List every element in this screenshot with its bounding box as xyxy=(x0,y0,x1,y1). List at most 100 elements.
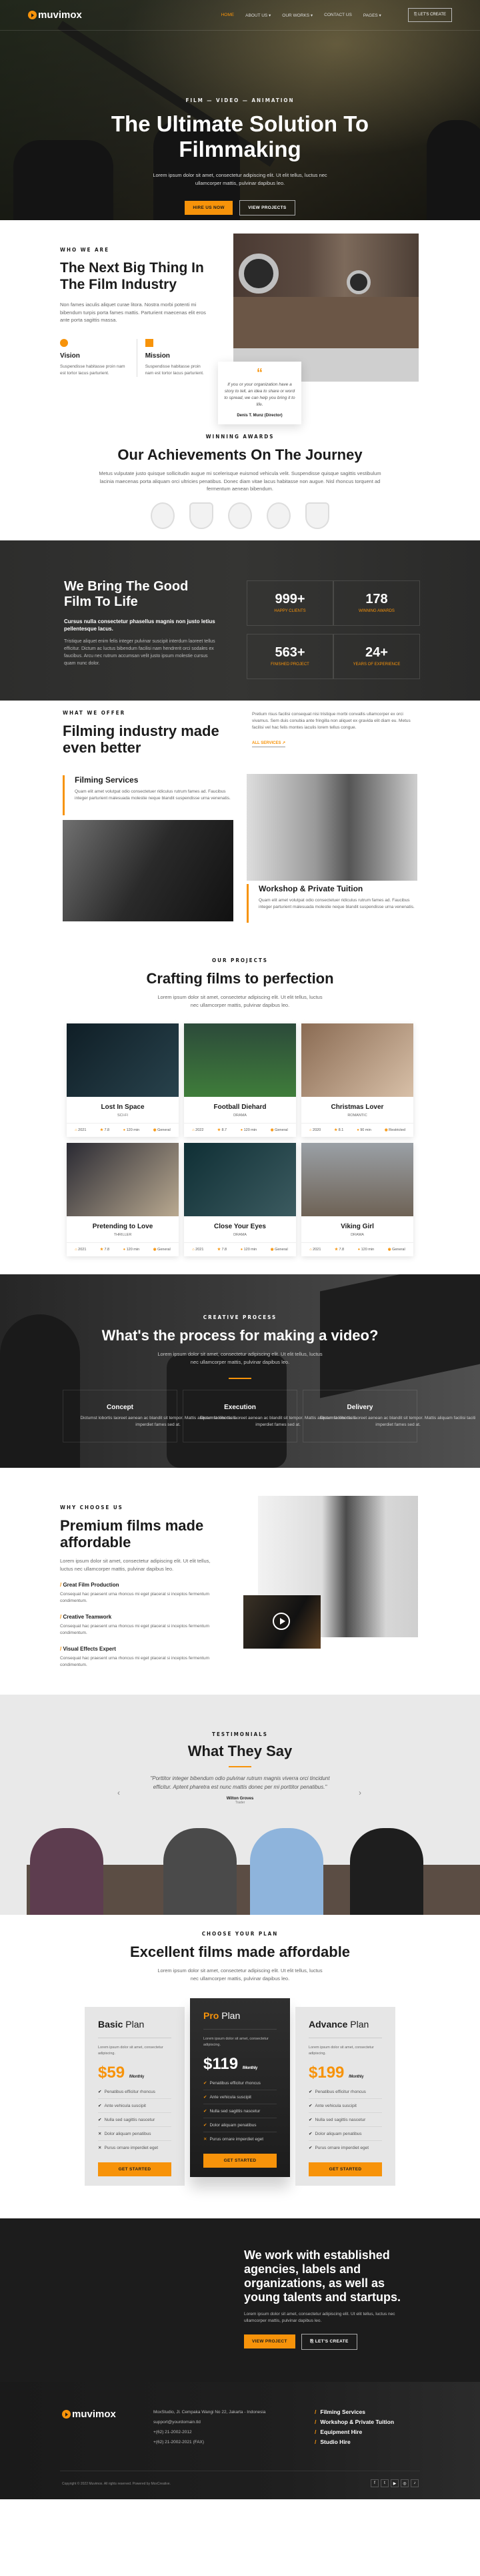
project-card[interactable]: Close Your Eyes DRAMA ⌂ 2021 ★ 7.8 ● 120… xyxy=(184,1143,296,1256)
nav-item-about[interactable]: ABOUT US ▾ xyxy=(245,13,271,18)
get-started-button[interactable]: GET STARTED xyxy=(203,2154,277,2168)
hire-us-button[interactable]: HIRE US NOW xyxy=(185,201,233,215)
audience-icon: ◉ xyxy=(270,1248,274,1252)
plan-price: $59 /Monthly xyxy=(98,2064,144,2082)
project-genre: DRAMA xyxy=(233,1114,247,1118)
project-image xyxy=(301,1023,413,1097)
why-choose-section: WHY CHOOSE US Premium films made afforda… xyxy=(0,1468,480,1695)
play-logo-icon xyxy=(62,2410,71,2419)
stat-value: 178 xyxy=(365,592,388,606)
next-arrow-icon[interactable]: › xyxy=(359,1788,361,1797)
footer-logo[interactable]: muvimox xyxy=(62,2409,116,2420)
feature-title: Great Film Production xyxy=(63,1582,119,1588)
person-shape xyxy=(30,1828,103,1915)
play-button-icon[interactable] xyxy=(273,1613,290,1630)
plan-feature: ✔ Penatibus efficitur rhoncus xyxy=(98,2085,171,2099)
hero-content: FILM — VIDEO — ANIMATION The Ultimate So… xyxy=(0,97,480,216)
plan-desc: Lorem ipsum dolor sit amet, consectetur … xyxy=(309,2046,374,2056)
star-icon: ★ xyxy=(334,1128,338,1132)
footer-address: MoxStudio, Jl. Cempaka Wangi No 22, Jaka… xyxy=(153,2410,266,2415)
footer-link[interactable]: Workshop & Private Tuition xyxy=(320,2419,394,2425)
check-icon: ✔ xyxy=(203,2095,207,2100)
brand-logo[interactable]: muvimox xyxy=(28,9,82,21)
project-genre: ROMANTIC xyxy=(347,1114,367,1118)
award-badge-icon xyxy=(228,502,252,529)
awards-eyebrow: WINNING AWARDS xyxy=(205,434,275,440)
facebook-icon[interactable]: f xyxy=(371,2479,379,2487)
check-icon: ✔ xyxy=(309,2132,313,2136)
twitter-icon[interactable]: t xyxy=(381,2479,389,2487)
project-genre: DRAMA xyxy=(351,1233,364,1237)
nav-item-works[interactable]: OUR WORKS ▾ xyxy=(282,13,313,18)
stat-finished-project: 563+ FINISHED PROJECT xyxy=(247,634,333,679)
plan-feature: ✔ Dolor aliquam penatibus xyxy=(203,2118,277,2132)
service-title: Filming Services xyxy=(75,775,139,785)
stat-label: FINISHED PROJECT xyxy=(271,663,309,667)
project-card[interactable]: Football Diehard DRAMA ⌂ 2022 ★ 8.7 ● 12… xyxy=(184,1023,296,1137)
view-project-button[interactable]: VIEW PROJECT xyxy=(244,2334,295,2348)
get-started-button[interactable]: GET STARTED xyxy=(98,2162,171,2176)
clock-icon: ● xyxy=(357,1248,361,1252)
project-meta: ⌂ 2021 ★ 7.8 ● 120 min ◉ General xyxy=(184,1242,296,1256)
project-rating: ★ 7.8 xyxy=(100,1248,110,1252)
instagram-icon[interactable]: ◎ xyxy=(401,2479,409,2487)
person-shape xyxy=(250,1828,323,1915)
step-title: Execution xyxy=(224,1404,256,1411)
footer-link[interactable]: Equipment Hire xyxy=(320,2429,362,2435)
prev-arrow-icon[interactable]: ‹ xyxy=(117,1788,120,1797)
stat-value: 24+ xyxy=(365,645,388,660)
project-rating: ★ 8.7 xyxy=(217,1128,227,1132)
step-concept: Concept Dictumst lobortis laoreet aenean … xyxy=(63,1390,236,1442)
project-image xyxy=(301,1143,413,1216)
project-rating: ★ 7.8 xyxy=(217,1248,227,1252)
check-icon: ✔ xyxy=(98,2090,102,2094)
calendar-icon: ⌂ xyxy=(75,1128,77,1132)
tiktok-icon[interactable]: ♪ xyxy=(411,2479,419,2487)
project-card[interactable]: Christmas Lover ROMANTIC ⌂ 2020 ★ 8.1 ● … xyxy=(301,1023,413,1137)
footer-link[interactable]: Filming Services xyxy=(320,2409,365,2415)
service-title: Workshop & Private Tuition xyxy=(259,884,363,893)
footer-phone[interactable]: +(62) 21-2002-2012 xyxy=(153,2427,265,2437)
plan-price: $119 /Monthly xyxy=(203,2055,258,2073)
step-title: Concept xyxy=(107,1404,133,1411)
nav-item-pages[interactable]: PAGES ▾ xyxy=(363,13,381,18)
project-duration: ● 90 min xyxy=(357,1128,371,1132)
footer-link[interactable]: Studio Hire xyxy=(320,2439,350,2445)
check-icon: ✔ xyxy=(309,2090,313,2094)
cta-lets-create-button[interactable]: ⎘ LET'S CREATE xyxy=(301,2334,357,2350)
all-services-link[interactable]: ALL SERVICES ↗ xyxy=(252,741,286,747)
service-filming[interactable]: Filming Services Quam elit amet volutpat… xyxy=(63,775,233,815)
youtube-icon[interactable]: ▶ xyxy=(391,2479,399,2487)
video-thumbnail[interactable] xyxy=(243,1595,321,1649)
project-card[interactable]: Viking Girl DRAMA ⌂ 2021 ★ 7.8 ● 120 min… xyxy=(301,1143,413,1256)
star-icon: ★ xyxy=(100,1248,103,1252)
project-rating: ★ 7.8 xyxy=(335,1248,345,1252)
service-workshop[interactable]: Workshop & Private Tuition Quam elit ame… xyxy=(247,884,417,923)
social-links: f t ▶ ◎ ♪ xyxy=(371,2479,419,2487)
calendar-icon: ⌂ xyxy=(192,1248,195,1252)
stats-grid: 999+ HAPPY CLIENTS 178 WINNING AWARDS 563+… xyxy=(247,580,420,679)
plan-feature: ✔ Penatibus efficitur rhoncus xyxy=(203,2076,277,2090)
plan-feature: ✔ Penatibus efficitur rhoncus xyxy=(309,2085,382,2099)
plan-feature: ✔ Ante vehicula suscipit xyxy=(309,2099,382,2113)
who-title: The Next Big Thing In The Film Industry xyxy=(60,260,204,292)
stat-label: WINNING AWARDS xyxy=(359,609,395,613)
quote-text: If you or your organization have a story… xyxy=(224,382,295,407)
check-icon: ✔ xyxy=(309,2104,313,2108)
footer-email[interactable]: support@yourdomain.tld xyxy=(153,2417,265,2427)
view-projects-button[interactable]: VIEW PROJECTS xyxy=(239,200,295,216)
who-text: Non fames iaculis aliquet curae litora. … xyxy=(60,302,206,323)
offer-eyebrow: WHAT WE OFFER xyxy=(63,710,126,716)
lets-create-button[interactable]: ⎘ LET'S CREATE xyxy=(407,8,452,22)
testimonial-role: Trader xyxy=(235,1801,245,1805)
project-card[interactable]: Pretending to Love THRILLER ⌂ 2021 ★ 7.8… xyxy=(67,1143,179,1256)
process-eyebrow: CREATIVE PROCESS xyxy=(203,1314,277,1320)
service-text: Quam elit amet volutpat odio consectetue… xyxy=(75,789,231,801)
director-quote-card: “ If you or your organization have a sto… xyxy=(218,362,301,424)
project-card[interactable]: Lost In Space SCI-FI ⌂ 2021 ★ 7.8 ● 120 … xyxy=(67,1023,179,1137)
project-duration: ● 120 min xyxy=(240,1248,257,1252)
nav-item-contact[interactable]: CONTACT US xyxy=(324,13,352,18)
footer-contact: MoxStudio, Jl. Cempaka Wangi No 22, Jaka… xyxy=(153,2407,265,2447)
nav-item-home[interactable]: HOME xyxy=(221,13,235,18)
get-started-button[interactable]: GET STARTED xyxy=(309,2162,382,2176)
